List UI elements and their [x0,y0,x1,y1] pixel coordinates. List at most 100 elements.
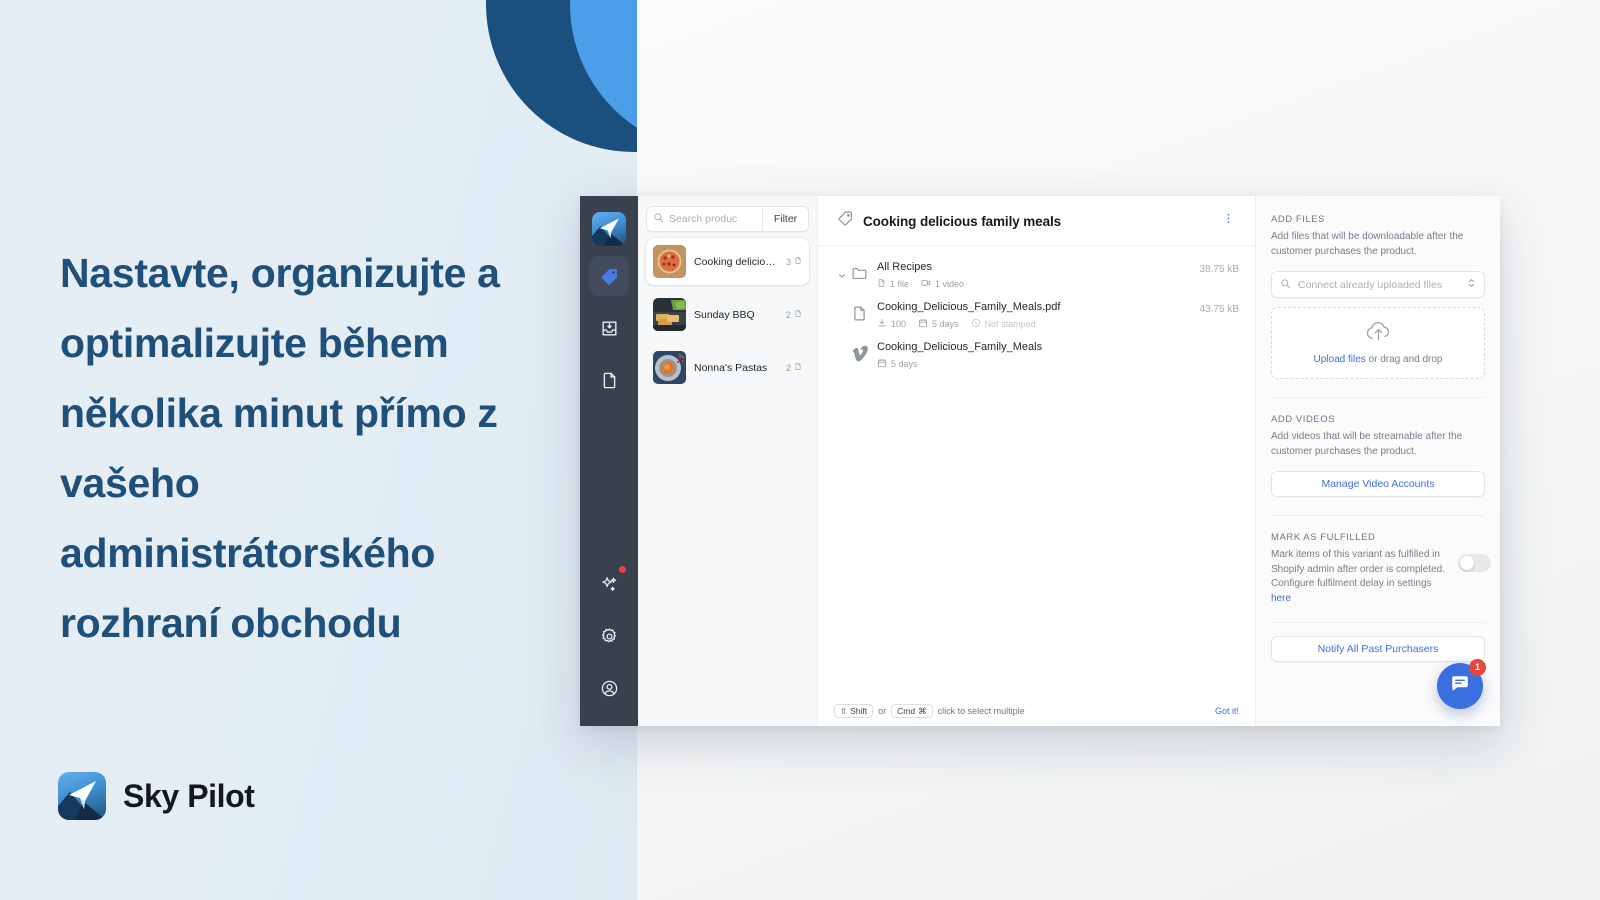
main-content: Cooking delicious family meals All Recip… [818,196,1255,726]
multi-select-hint: ⇧ Shift or Cmd ⌘ click to select multiple … [818,703,1255,718]
sidebar-item-pages[interactable] [589,360,629,400]
app-window: Filter [580,196,1500,726]
mark-fulfilled-toggle[interactable] [1458,554,1491,572]
calendar-icon [877,358,887,370]
row-chevron-placeholder [837,340,851,348]
upload-files-link[interactable]: Upload files [1314,354,1366,365]
inbox-download-icon [600,319,619,338]
more-options-button[interactable] [1218,210,1239,232]
filter-button[interactable]: Filter [762,207,808,231]
folder-icon [851,260,877,282]
gear-icon [600,627,619,646]
notify-past-purchasers-button[interactable]: Notify All Past Purchasers [1271,636,1485,662]
product-list-item-cooking[interactable]: Cooking delicious f... 3 [646,238,809,285]
manage-video-accounts-button[interactable]: Manage Video Accounts [1271,471,1485,497]
product-file-count: 3 [786,256,802,267]
got-it-link[interactable]: Got it! [1215,706,1239,716]
sidebar-item-logo[interactable] [592,212,626,246]
hint-joiner: or [878,705,887,716]
product-file-count: 2 [786,309,802,320]
mark-fulfilled-section: MARK AS FULFILLED Mark items of this var… [1271,532,1491,606]
row-meta: 5 days [877,358,1231,370]
tag-icon [600,267,619,286]
file-size: 38.75 kB [1199,264,1239,275]
add-files-description: Add files that will be downloadable afte… [1271,231,1464,257]
mark-fulfilled-title: MARK AS FULFILLED [1271,532,1376,543]
dropzone-text: Upload files or drag and drop [1314,354,1443,365]
brand-logo: Sky Pilot [58,772,255,820]
shift-key-badge: ⇧ Shift [834,703,874,718]
search-icon [653,210,664,228]
file-size [1231,340,1239,344]
hint-text: click to select multiple [937,705,1025,716]
file-size: 43.75 kB [1199,304,1239,315]
search-input[interactable] [669,213,756,225]
product-list-item-bbq[interactable]: Sunday BBQ 2 [646,291,809,338]
chevron-updown-icon[interactable] [1467,276,1476,294]
settings-here-link[interactable]: here [1271,593,1291,604]
main-header: Cooking delicious family meals [818,196,1255,246]
app-sidebar [580,196,638,726]
meta-video-count: 1 video [921,278,964,290]
mark-fulfilled-description: Mark items of this variant as fulfilled … [1271,548,1448,606]
add-videos-description: Add videos that will be streamable after… [1271,431,1463,457]
file-rows: All Recipes 1 file 1 video 38.75 kB Cook… [818,246,1255,375]
download-icon [877,318,887,330]
sidebar-item-account[interactable] [589,668,629,708]
sidebar-item-settings[interactable] [589,616,629,656]
chat-launcher-button[interactable]: 1 [1437,659,1486,709]
meta-stamp-status: Not stamped [971,318,1036,330]
row-body: All Recipes 1 file 1 video [877,260,1192,290]
file-name: Cooking_Delicious_Family_Meals.pdf [877,301,1061,313]
toggle-knob [1460,556,1474,570]
file-icon [794,256,802,267]
product-list-item-label: Sunday BBQ [694,308,755,321]
row-body: Cooking_Delicious_Family_Meals.pdf 100 5… [877,300,1192,330]
table-row[interactable]: Cooking_Delicious_Family_Meals.pdf 100 5… [818,295,1255,335]
upload-rest-text: or drag and drop [1365,354,1443,365]
video-icon [921,278,931,290]
file-name: All Recipes [877,261,933,273]
file-icon [877,278,886,290]
row-chevron-placeholder [837,300,851,308]
search-filter-row: Filter [646,206,809,232]
chevron-down-icon[interactable] [837,260,851,286]
tag-icon [837,210,854,232]
file-icon [600,371,619,390]
page-title: Nastavte, organizujte a optimalizujte bě… [60,250,500,646]
stamp-icon [971,318,981,330]
meta-age: 5 days [918,318,959,330]
connect-files-input[interactable]: Connect already uploaded files [1271,271,1485,298]
product-file-count: 2 [786,362,802,373]
row-body: Cooking_Delicious_Family_Meals 5 days [877,340,1231,370]
product-list-item-label: Nonna's Pastas [694,361,768,374]
search-icon [1280,276,1291,294]
sidebar-item-products[interactable] [589,256,629,296]
connect-files-placeholder: Connect already uploaded files [1298,278,1443,291]
search-input-wrapper[interactable] [647,207,762,231]
sparkles-icon [600,575,619,594]
pasta-thumbnail [653,351,686,384]
divider [1271,397,1485,398]
product-list-item-pastas[interactable]: Nonna's Pastas 2 [646,344,809,391]
inspector-panel: ADD FILES Add files that will be downloa… [1255,196,1500,726]
product-list-panel: Filter [638,196,818,726]
brand-name: Sky Pilot [123,777,255,814]
divider [1271,622,1485,623]
notification-badge-dot [618,565,627,574]
marketing-panel: Nastavte, organizujte a optimalizujte bě… [0,0,637,900]
sidebar-item-whats-new[interactable] [589,564,629,604]
sky-pilot-logo-icon [58,772,106,820]
meta-file-count: 1 file [877,278,909,290]
table-row[interactable]: All Recipes 1 file 1 video 38.75 kB [818,255,1255,295]
cmd-key-badge: Cmd ⌘ [891,703,933,718]
file-dropzone[interactable]: Upload files or drag and drop [1271,307,1485,379]
cloud-upload-icon [1365,321,1392,348]
user-circle-icon [600,679,619,698]
screenshot-root: Nastavte, organizujte a optimalizujte bě… [0,0,1600,900]
mark-fulfilled-text: MARK AS FULFILLED Mark items of this var… [1271,532,1448,606]
product-list-item-label: Cooking delicious f... [694,255,778,268]
sidebar-item-downloads[interactable] [589,308,629,348]
calendar-icon [918,318,928,330]
table-row[interactable]: Cooking_Delicious_Family_Meals 5 days [818,335,1255,375]
